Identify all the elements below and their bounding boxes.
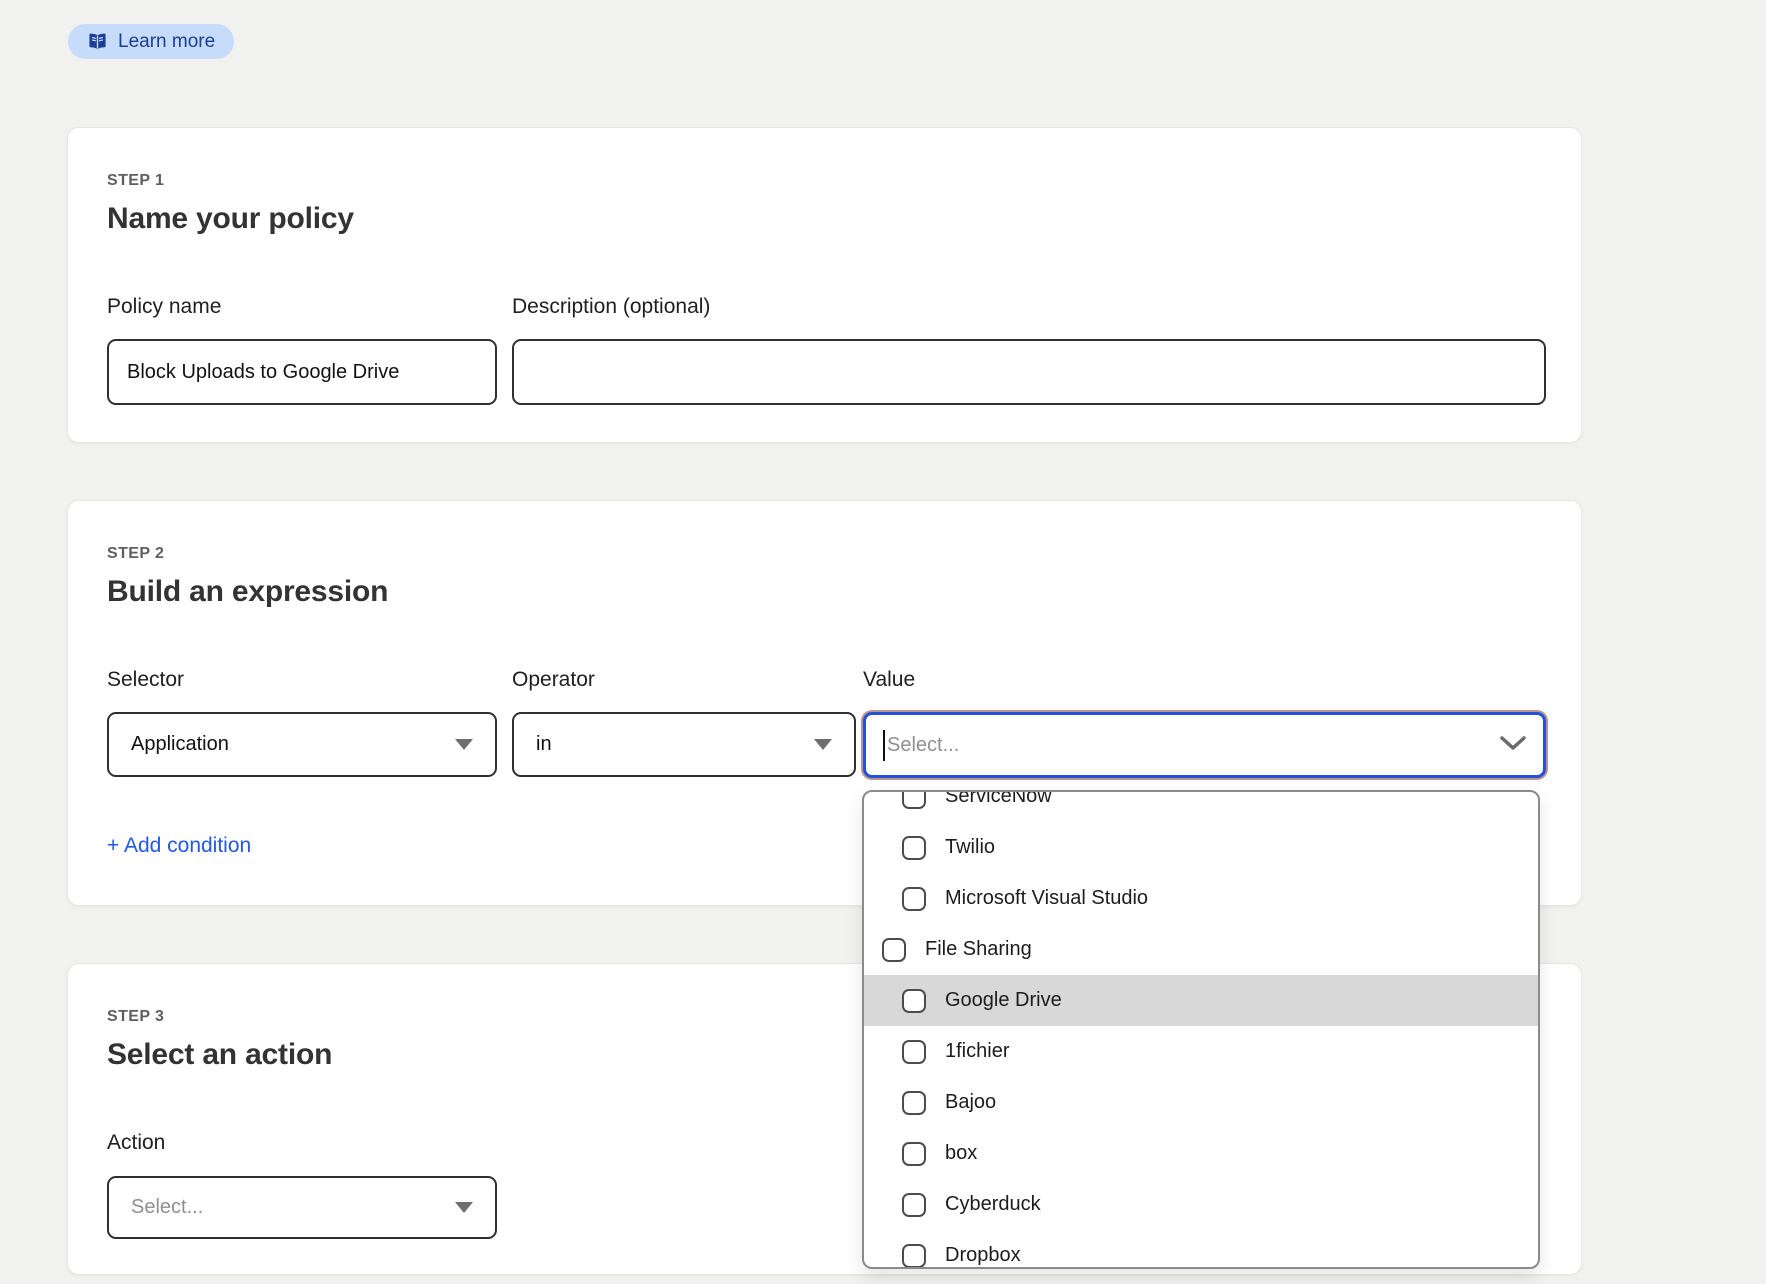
policy-name-input[interactable] bbox=[107, 339, 497, 405]
checkbox-icon[interactable] bbox=[902, 1142, 926, 1166]
application-dropdown-menu: ServiceNow Twilio Microsoft Visual Studi… bbox=[862, 790, 1540, 1269]
step3-title: Select an action bbox=[107, 1038, 332, 1072]
text-cursor bbox=[883, 730, 885, 761]
value-label: Value bbox=[863, 668, 915, 692]
book-icon bbox=[87, 31, 108, 52]
dropdown-option-label: 1fichier bbox=[945, 1040, 1009, 1063]
step1-card: STEP 1 Name your policy Policy name Desc… bbox=[67, 127, 1582, 443]
checkbox-icon[interactable] bbox=[902, 836, 926, 860]
operator-label: Operator bbox=[512, 668, 595, 692]
learn-more-label: Learn more bbox=[118, 31, 215, 53]
action-label: Action bbox=[107, 1131, 165, 1155]
chevron-down-icon bbox=[1500, 735, 1526, 756]
description-input[interactable] bbox=[512, 339, 1546, 405]
checkbox-icon[interactable] bbox=[902, 887, 926, 911]
operator-dropdown-value: in bbox=[536, 733, 552, 756]
add-condition-link[interactable]: + Add condition bbox=[107, 834, 251, 858]
dropdown-option-label: Google Drive bbox=[945, 989, 1062, 1012]
dropdown-option[interactable]: Microsoft Visual Studio bbox=[864, 873, 1538, 924]
step1-step-label: STEP 1 bbox=[107, 172, 164, 190]
step2-step-label: STEP 2 bbox=[107, 545, 164, 563]
dropdown-option[interactable]: Twilio bbox=[864, 822, 1538, 873]
dropdown-option-label: Cyberduck bbox=[945, 1193, 1041, 1216]
dropdown-option[interactable]: box bbox=[864, 1128, 1538, 1179]
operator-dropdown[interactable]: in bbox=[512, 712, 856, 777]
dropdown-option[interactable]: Google Drive bbox=[864, 975, 1538, 1026]
dropdown-list: ServiceNow Twilio Microsoft Visual Studi… bbox=[864, 790, 1538, 1269]
dropdown-option[interactable]: ServiceNow bbox=[864, 790, 1538, 822]
step2-title: Build an expression bbox=[107, 575, 388, 609]
dropdown-option-label: ServiceNow bbox=[945, 790, 1052, 808]
value-placeholder: Select... bbox=[887, 734, 959, 757]
dropdown-option[interactable]: File Sharing bbox=[864, 924, 1538, 975]
checkbox-icon[interactable] bbox=[902, 989, 926, 1013]
checkbox-icon[interactable] bbox=[902, 1091, 926, 1115]
dropdown-option-label: box bbox=[945, 1142, 977, 1165]
policy-name-label: Policy name bbox=[107, 295, 221, 319]
gateway-policy-builder-page: Learn more STEP 1 Name your policy Polic… bbox=[0, 0, 1766, 1284]
selector-dropdown[interactable]: Application bbox=[107, 712, 497, 777]
dropdown-option-label: Bajoo bbox=[945, 1091, 996, 1114]
dropdown-option[interactable]: 1fichier bbox=[864, 1026, 1538, 1077]
step1-title: Name your policy bbox=[107, 202, 354, 236]
value-multiselect-input[interactable]: Select... bbox=[863, 712, 1546, 778]
step3-step-label: STEP 3 bbox=[107, 1008, 164, 1026]
caret-down-icon bbox=[455, 1202, 473, 1213]
dropdown-option-label: Twilio bbox=[945, 836, 995, 859]
dropdown-option[interactable]: Cyberduck bbox=[864, 1179, 1538, 1230]
checkbox-icon[interactable] bbox=[902, 1040, 926, 1064]
caret-down-icon bbox=[814, 739, 832, 750]
dropdown-option[interactable]: Dropbox bbox=[864, 1230, 1538, 1269]
action-dropdown[interactable]: Select... bbox=[107, 1176, 497, 1239]
action-dropdown-placeholder: Select... bbox=[131, 1196, 203, 1219]
selector-label: Selector bbox=[107, 668, 184, 692]
checkbox-icon[interactable] bbox=[902, 1193, 926, 1217]
caret-down-icon bbox=[455, 739, 473, 750]
dropdown-option[interactable]: Bajoo bbox=[864, 1077, 1538, 1128]
selector-dropdown-value: Application bbox=[131, 733, 229, 756]
dropdown-option-label: Microsoft Visual Studio bbox=[945, 887, 1148, 910]
checkbox-icon[interactable] bbox=[882, 938, 906, 962]
learn-more-button[interactable]: Learn more bbox=[68, 24, 234, 59]
checkbox-icon[interactable] bbox=[902, 790, 926, 809]
dropdown-option-label: File Sharing bbox=[925, 938, 1032, 961]
checkbox-icon[interactable] bbox=[902, 1244, 926, 1268]
description-label: Description (optional) bbox=[512, 295, 710, 319]
dropdown-option-label: Dropbox bbox=[945, 1244, 1021, 1267]
